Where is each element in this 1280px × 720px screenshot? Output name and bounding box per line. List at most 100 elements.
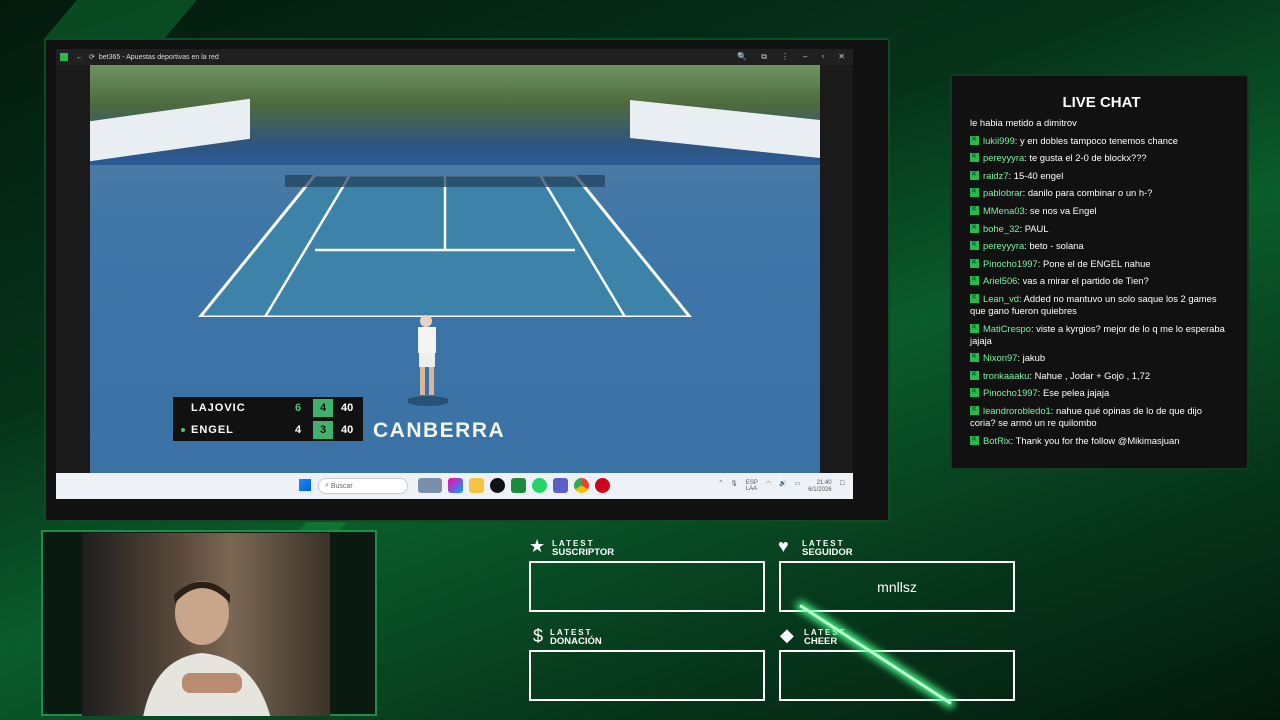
live-chat-panel: LIVE CHAT le habia metido a dimitrov luki…	[950, 74, 1249, 470]
app-icon[interactable]	[595, 478, 610, 493]
chat-message: pereyyyra: te gusta el 2-0 de blockx???	[970, 151, 1230, 164]
chat-message: raidz7: 15-40 engel	[970, 169, 1230, 182]
chat-username[interactable]: BotRix	[983, 435, 1011, 446]
set-2-score: 4	[313, 399, 333, 417]
battery-icon[interactable]: ▭	[795, 480, 801, 494]
chat-message: Nixon97: jakub	[970, 351, 1230, 364]
chat-title: LIVE CHAT	[1062, 94, 1141, 111]
chat-username[interactable]: Lean_vd	[983, 293, 1019, 304]
tennis-court	[198, 175, 692, 317]
chat-message: Lean_vd: Added no mantuvo un solo saque …	[970, 292, 1230, 317]
bet365-icon[interactable]	[511, 478, 526, 493]
browser-titlebar: ← ⟳ bet365 - Apuestas deportivas en la r…	[56, 49, 853, 65]
chat-username[interactable]: Pinocho1997	[983, 387, 1038, 398]
chat-message: lukii999: y en dobles tampoco tenemos ch…	[970, 134, 1230, 147]
chat-message: bohe_32: PAUL	[970, 222, 1230, 235]
chat-message: MatiCrespo: viste a kyrgios? mejor de lo…	[970, 322, 1230, 347]
taskbar-apps	[418, 478, 610, 493]
chat-username[interactable]: tronkaaaku	[983, 370, 1029, 381]
chat-message: Ariel506: vas a mirar el partido de Tien…	[970, 274, 1230, 287]
kick-badge-icon	[970, 369, 979, 381]
clock[interactable]: 21:40 6/1/2026	[808, 480, 831, 494]
whatsapp-icon[interactable]	[532, 478, 547, 493]
zoom-icon[interactable]: 🔍	[737, 52, 747, 62]
chat-text: te gusta el 2-0 de blockx???	[1026, 152, 1147, 164]
latest-suscriptor-box	[529, 561, 765, 612]
chrome-icon[interactable]	[574, 478, 589, 493]
match-video[interactable]: LAJOVIC 6 4 40 ENGEL 4 3 40 CANBERRA	[90, 65, 820, 473]
chevron-up-icon[interactable]: ^	[719, 480, 722, 494]
teams-icon[interactable]	[553, 478, 568, 493]
tiktok-icon[interactable]	[490, 478, 505, 493]
close-button[interactable]: ✕	[838, 52, 845, 62]
chat-message: Pinocho1997: Ese pelea jajaja	[970, 386, 1230, 399]
chat-username[interactable]: Ariel506	[983, 275, 1017, 286]
kick-badge-icon	[970, 434, 979, 446]
chat-username[interactable]: pereyyyra	[983, 152, 1024, 163]
serve-indicator-icon	[181, 428, 185, 432]
chat-username[interactable]: bohe_32	[983, 223, 1020, 234]
latest-suscriptor-label: LATEST SUSCRIPTOR	[552, 539, 615, 558]
notifications-icon[interactable]: ☐	[840, 480, 845, 494]
wifi-icon[interactable]: ◠	[766, 480, 771, 494]
chat-text: Ese pelea jajaja	[1040, 387, 1110, 399]
mic-icon[interactable]: 🎙	[730, 480, 738, 494]
chat-username[interactable]: pablobrar	[983, 187, 1023, 198]
widgets-icon[interactable]	[418, 478, 442, 493]
chat-username[interactable]: Pinocho1997	[983, 258, 1038, 269]
player-figure	[408, 315, 448, 406]
player-name: ENGEL	[191, 424, 234, 436]
kick-badge-icon	[970, 222, 979, 234]
game-points: 40	[341, 402, 354, 414]
latest-seguidor-box: mnllsz	[779, 561, 1015, 612]
chat-username[interactable]: MatiCrespo	[983, 323, 1031, 334]
chat-text: PAUL	[1022, 222, 1049, 234]
copilot-icon[interactable]	[448, 478, 463, 493]
browser-window: ← ⟳ bet365 - Apuestas deportivas en la r…	[56, 49, 853, 499]
kick-badge-icon	[970, 239, 979, 251]
star-icon: ★	[529, 536, 546, 556]
chat-text: 15-40 engel	[1011, 169, 1064, 181]
chat-messages: le habia metido a dimitrov lukii999: y en…	[970, 117, 1230, 452]
kick-badge-icon	[970, 169, 979, 181]
chat-username[interactable]: pereyyyra	[983, 240, 1024, 251]
window-controls: 🔍 ⧉ ⋮ – ▫ ✕	[737, 52, 845, 62]
set-2-score: 3	[313, 421, 333, 439]
back-icon[interactable]: ←	[76, 54, 83, 61]
kick-badge-icon	[970, 351, 979, 363]
chat-message: pablobrar: danilo para combinar o un h-?	[970, 186, 1230, 199]
kick-badge-icon	[970, 386, 979, 398]
chat-username[interactable]: MMena03	[983, 205, 1025, 216]
chat-text: Thank you for the follow @Mikimasjuan	[1013, 434, 1180, 446]
extensions-icon[interactable]: ⧉	[761, 52, 767, 62]
chat-text: se nos va Engel	[1027, 204, 1097, 216]
kick-badge-icon	[970, 151, 979, 163]
chat-username[interactable]: raidz7	[983, 170, 1009, 181]
chat-message: pereyyyra: beto - solana	[970, 239, 1230, 252]
kick-badge-icon	[970, 322, 979, 334]
chat-username[interactable]: leandrorobledo1	[983, 405, 1051, 416]
chat-username[interactable]: Nixon97	[983, 352, 1017, 363]
dollar-icon: $	[533, 626, 544, 646]
chat-username[interactable]: lukii999	[983, 135, 1015, 146]
game-points: 40	[341, 424, 354, 436]
kick-badge-icon	[970, 257, 979, 269]
reload-icon[interactable]: ⟳	[89, 53, 95, 61]
minimize-button[interactable]: –	[803, 52, 807, 62]
taskbar-search[interactable]: ⌕ Buscar	[318, 478, 408, 494]
chat-message: le habia metido a dimitrov	[970, 117, 1230, 129]
volume-icon[interactable]: 🔊	[779, 480, 786, 494]
chat-text: danilo para combinar o un h-?	[1025, 187, 1153, 199]
chat-text: beto - solana	[1026, 240, 1084, 252]
chat-message: tronkaaaku: Nahue , Jodar + Gojo , 1,72	[970, 369, 1230, 382]
file-explorer-icon[interactable]	[469, 478, 484, 493]
system-tray: ^ 🎙 ESP LAA ◠ 🔊 ▭ 21:40 6/1/2026 ☐	[719, 480, 845, 494]
chat-message: Pinocho1997: Pone el de ENGEL nahue	[970, 257, 1230, 270]
language-indicator[interactable]: ESP LAA	[746, 480, 758, 494]
streamer-figure	[143, 581, 271, 716]
maximize-button[interactable]: ▫	[821, 52, 824, 62]
chat-text: Pone el de ENGEL nahue	[1040, 257, 1151, 269]
start-icon[interactable]	[299, 479, 311, 491]
menu-icon[interactable]: ⋮	[781, 52, 789, 62]
chat-text: le habia metido a dimitrov	[970, 117, 1077, 128]
